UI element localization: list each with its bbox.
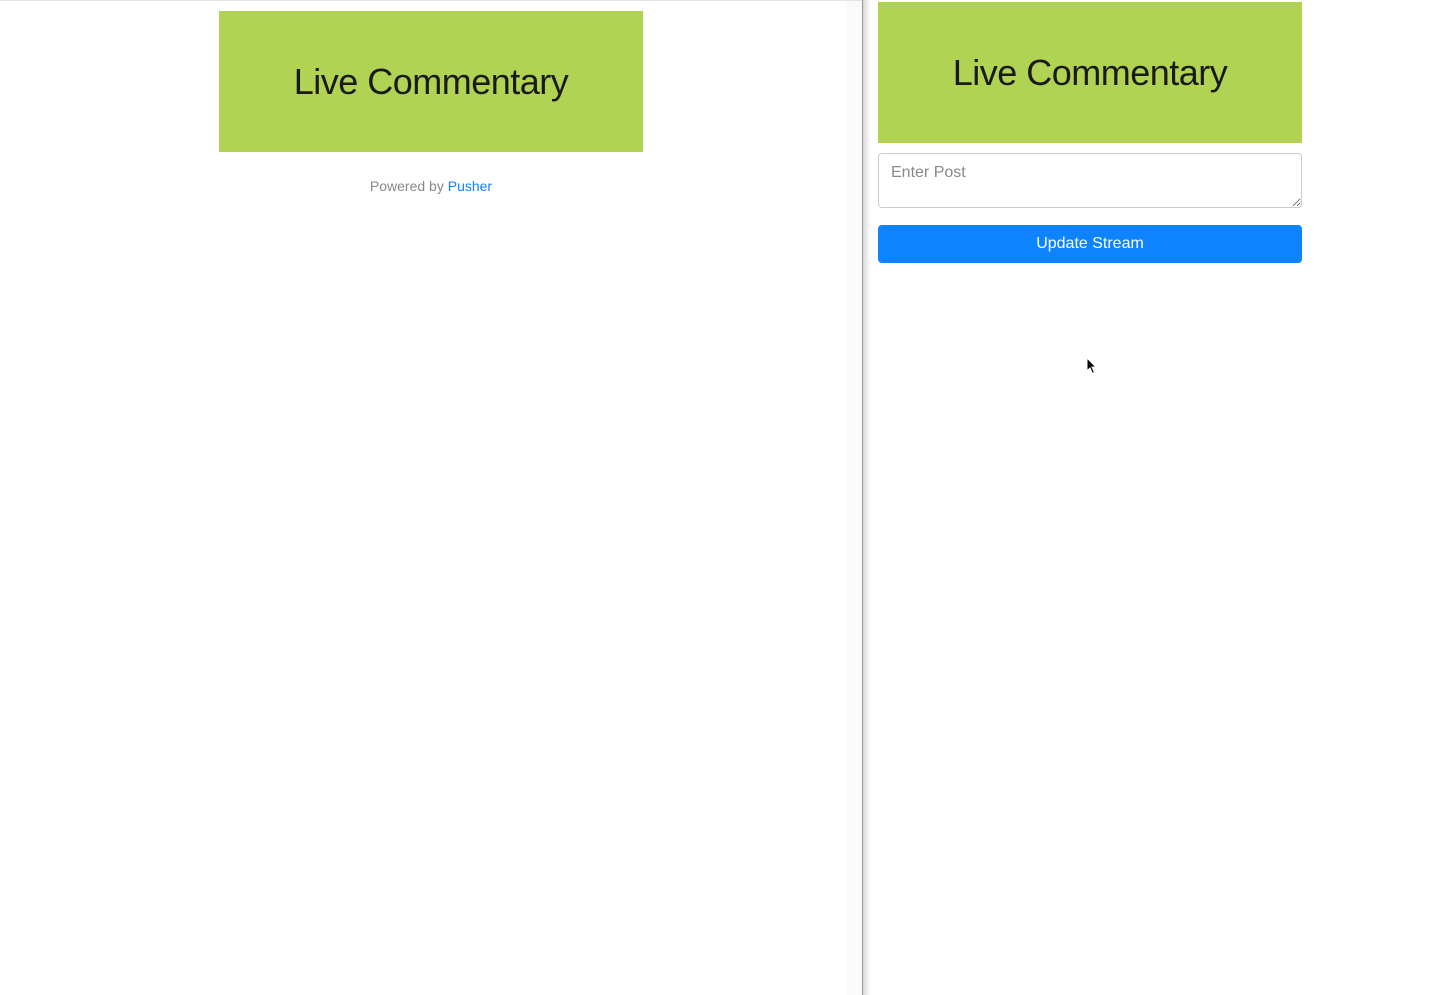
admin-pane: Live Commentary Update Stream	[878, 0, 1455, 995]
powered-by-prefix: Powered by	[370, 178, 448, 194]
scrollbar[interactable]	[846, 1, 862, 995]
update-stream-button[interactable]: Update Stream	[878, 225, 1302, 263]
pusher-link[interactable]: Pusher	[448, 178, 492, 194]
viewer-banner: Live Commentary	[219, 11, 643, 152]
viewer-banner-title: Live Commentary	[294, 61, 569, 103]
admin-banner: Live Commentary	[878, 2, 1302, 143]
post-input[interactable]	[878, 153, 1302, 208]
pane-divider[interactable]	[862, 0, 878, 995]
powered-by-text: Powered by Pusher	[0, 178, 862, 194]
admin-banner-title: Live Commentary	[953, 52, 1228, 94]
viewer-pane: Live Commentary Powered by Pusher	[0, 0, 862, 995]
